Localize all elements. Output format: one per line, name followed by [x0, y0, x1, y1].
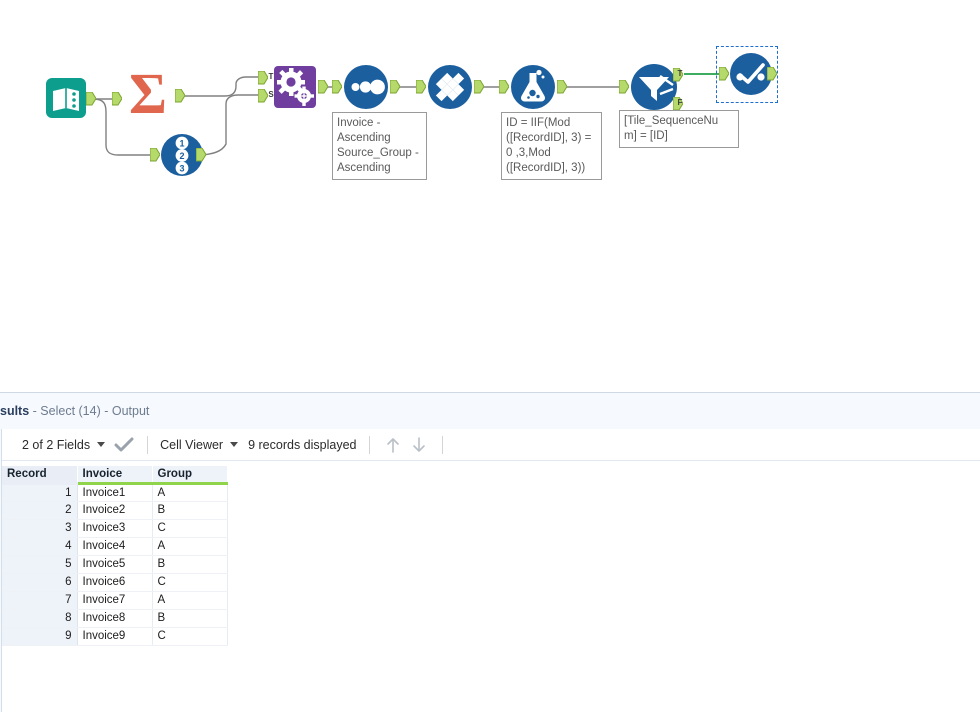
table-row[interactable]: 8 Invoice8 B — [2, 609, 228, 628]
cell-group[interactable]: B — [152, 609, 228, 628]
cell-invoice[interactable]: Invoice8 — [77, 609, 153, 628]
table-row[interactable]: 3 Invoice3 C — [2, 519, 228, 538]
column-header-invoice[interactable]: Invoice — [77, 466, 153, 485]
output-anchor[interactable] — [318, 80, 328, 94]
filter-annotation: [Tile_SequenceNu m] = [ID] — [619, 110, 739, 148]
output-anchor[interactable] — [767, 67, 777, 81]
cell-record[interactable]: 4 — [2, 537, 78, 556]
table-row[interactable]: 7 Invoice7 A — [2, 591, 228, 610]
cell-record[interactable]: 8 — [2, 609, 78, 628]
workflow-connections — [92, 73, 726, 156]
svg-text:3: 3 — [179, 164, 184, 174]
output-anchor[interactable] — [175, 89, 185, 103]
cell-group[interactable]: C — [152, 519, 228, 538]
input-anchor[interactable] — [499, 80, 509, 94]
cell-record[interactable]: 5 — [2, 555, 78, 574]
input-anchor[interactable] — [719, 67, 729, 81]
three-dots-icon — [344, 65, 388, 109]
input-anchor[interactable] — [150, 148, 160, 162]
records-displayed-status: 9 records displayed — [246, 429, 358, 461]
table-row[interactable]: 2 Invoice2 B — [2, 501, 228, 520]
toolbar-divider — [368, 435, 370, 454]
input-anchor[interactable] — [112, 92, 122, 106]
output-anchor[interactable] — [390, 80, 400, 94]
formula-annotation: ID = IIF(Mod ([RecordID], 3) = 0 ,3,Mod … — [501, 112, 602, 180]
svg-text:Σ: Σ — [129, 63, 167, 126]
results-title-sublabel: - Select (14) - Output — [29, 404, 150, 418]
output-anchor[interactable] — [474, 80, 484, 94]
apply-fields-button[interactable] — [111, 429, 137, 461]
toolbar-divider — [441, 435, 443, 454]
cell-group[interactable]: A — [152, 591, 228, 610]
output-anchor[interactable] — [86, 92, 96, 106]
cell-record[interactable]: 7 — [2, 591, 78, 610]
column-header-record[interactable]: Record — [2, 466, 78, 485]
cell-record[interactable]: 9 — [2, 627, 78, 646]
cell-record[interactable]: 2 — [2, 501, 78, 520]
cell-group[interactable]: A — [152, 537, 228, 556]
cell-invoice[interactable]: Invoice9 — [77, 627, 153, 646]
cell-viewer-label: Cell Viewer — [160, 437, 224, 452]
cell-invoice[interactable]: Invoice3 — [77, 519, 153, 538]
table-row[interactable]: 4 Invoice4 A — [2, 537, 228, 556]
records-displayed-label: 9 records displayed — [248, 437, 357, 452]
data-table: Record Invoice Group 1 Invoice1 A 2 Invoice2… — [2, 466, 228, 646]
cell-invoice[interactable]: Invoice2 — [77, 501, 153, 520]
input-anchor[interactable] — [332, 80, 342, 94]
gears-icon — [274, 66, 316, 108]
cell-group[interactable]: C — [152, 627, 228, 646]
scroll-down-button[interactable] — [406, 429, 432, 461]
cell-invoice[interactable]: Invoice5 — [77, 555, 153, 574]
results-toolbar: 2 of 2 Fields Cell Viewer 9 records disp… — [2, 429, 980, 461]
table-row[interactable]: 6 Invoice6 C — [2, 573, 228, 592]
output-anchor[interactable] — [196, 148, 206, 162]
table-body: 1 Invoice1 A 2 Invoice2 B 3 Invoice3 C 4 Invoice4 A… — [2, 483, 228, 646]
cell-invoice[interactable]: Invoice4 — [77, 537, 153, 556]
fields-dropdown[interactable]: 2 of 2 Fields — [20, 429, 111, 461]
svg-text:2: 2 — [179, 151, 184, 161]
cell-record[interactable]: 6 — [2, 573, 78, 592]
diamond-grid-icon — [428, 65, 472, 109]
cell-group[interactable]: C — [152, 573, 228, 592]
svg-text:1: 1 — [179, 139, 184, 149]
port-label-f: F — [677, 98, 683, 107]
text-input-tool[interactable] — [44, 74, 96, 129]
column-header-group[interactable]: Group — [152, 466, 228, 485]
results-title: sults - Select (14) - Output — [0, 404, 149, 418]
port-label-t: T — [677, 69, 683, 78]
results-grid[interactable]: Record Invoice Group 1 Invoice1 A 2 Invoice2… — [2, 466, 228, 646]
alteryx-designer-window: Σ 1 2 3 T S T F Invoice - Ascending Sour… — [0, 0, 980, 712]
input-anchor[interactable] — [619, 80, 629, 94]
cell-group[interactable]: B — [152, 555, 228, 574]
cell-group[interactable]: B — [152, 501, 228, 520]
cell-invoice[interactable]: Invoice6 — [77, 573, 153, 592]
arrow-down-icon — [412, 436, 425, 452]
results-pane: sults - Select (14) - Output 2 of 2 Fiel… — [0, 392, 980, 712]
flask-icon — [511, 65, 555, 109]
arrow-up-icon — [386, 437, 399, 453]
cell-record[interactable]: 3 — [2, 519, 78, 538]
table-row[interactable]: 5 Invoice5 B — [2, 555, 228, 574]
cell-group[interactable]: A — [152, 483, 228, 502]
cell-record[interactable]: 1 — [2, 483, 78, 502]
table-row[interactable]: 9 Invoice9 C — [2, 627, 228, 646]
toolbar-divider — [147, 435, 149, 454]
chevron-down-icon — [230, 442, 239, 447]
checkmark-icon — [114, 437, 134, 451]
sort-annotation: Invoice - Ascending Source_Group - Ascen… — [332, 112, 427, 180]
fields-dropdown-label: 2 of 2 Fields — [22, 437, 91, 452]
cell-invoice[interactable]: Invoice1 — [77, 483, 153, 502]
cell-invoice[interactable]: Invoice7 — [77, 591, 153, 610]
scroll-up-button[interactable] — [380, 429, 406, 461]
input-anchor[interactable] — [416, 80, 426, 94]
results-body: 2 of 2 Fields Cell Viewer 9 records disp… — [1, 429, 980, 712]
output-anchor[interactable] — [557, 80, 567, 94]
results-title-label: sults — [0, 404, 30, 418]
cell-viewer-dropdown[interactable]: Cell Viewer — [158, 429, 244, 461]
table-row[interactable]: 1 Invoice1 A — [2, 483, 228, 502]
workflow-canvas[interactable]: Σ 1 2 3 T S T F Invoice - Ascending Sour… — [0, 0, 980, 392]
chevron-down-icon — [97, 442, 106, 447]
table-header-row: Record Invoice Group — [2, 466, 228, 485]
